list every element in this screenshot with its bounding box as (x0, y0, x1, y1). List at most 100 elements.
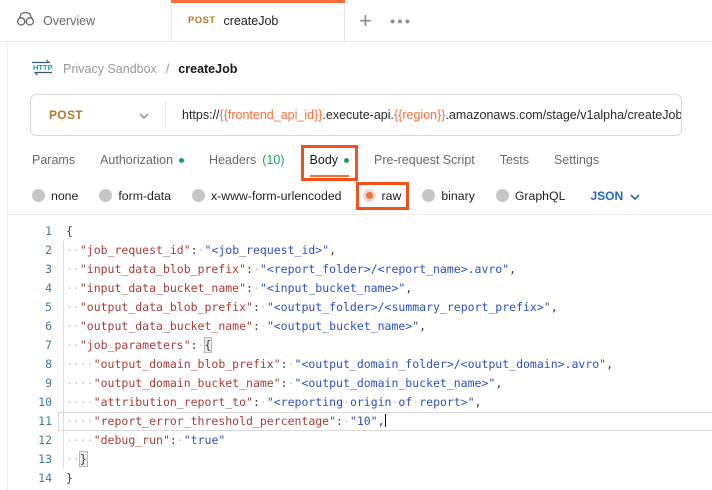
code-content[interactable]: ····"output_domain_bucket_name":·"<outpu… (52, 374, 502, 393)
breadcrumb-request-name[interactable]: createJob (178, 62, 237, 76)
editor-line[interactable]: 10····"attribution_report_to":·"<reporti… (8, 393, 712, 412)
url-input[interactable]: https://{{frontend_api_id}}.execute-api.… (166, 108, 681, 122)
url-variable: {{region}} (394, 108, 445, 122)
bodytype-label: raw (382, 189, 402, 203)
more-options-icon[interactable]: ●●● (390, 16, 412, 26)
line-number: 3 (8, 260, 52, 279)
body-type-bar: none form-data x-www-form-urlencoded raw bin… (32, 181, 682, 210)
editor-line[interactable]: 1{ (8, 222, 712, 241)
code-content[interactable]: ··"output_data_blob_prefix":·"<output_fo… (52, 298, 558, 317)
tab-settings[interactable]: Settings (554, 142, 599, 178)
code-content[interactable]: ··"input_data_blob_prefix":·"<report_fol… (52, 260, 516, 279)
editor-line[interactable]: 3··"input_data_blob_prefix":·"<report_fo… (8, 260, 712, 279)
bodytype-binary[interactable]: binary (422, 189, 475, 203)
method-selector[interactable]: POST (31, 108, 165, 122)
code-content[interactable]: } (52, 469, 73, 488)
line-number: 9 (8, 374, 52, 393)
editor-line[interactable]: 12····"debug_run":·"true" (8, 431, 712, 450)
request-bar: POST https://{{frontend_api_id}}.execute… (30, 94, 682, 136)
language-selector[interactable]: JSON (590, 189, 640, 203)
code-content[interactable]: ··"job_request_id":·"<job_request_id>", (52, 241, 336, 260)
tab-createjob[interactable]: POST createJob (172, 0, 345, 41)
url-variable: {{frontend_api_id}} (220, 108, 323, 122)
editor-line[interactable]: 14} (8, 469, 712, 488)
tab-pre-request-script[interactable]: Pre-request Script (374, 142, 475, 178)
tab-count-badge: (10) (262, 153, 284, 167)
editor-line[interactable]: 11····"report_error_threshold_percentage… (8, 412, 712, 431)
code-content[interactable]: ····"attribution_report_to":·"<reporting… (52, 393, 482, 412)
url-text: https:// (182, 108, 220, 122)
tab-body[interactable]: Body (310, 142, 350, 178)
code-content[interactable]: ····"report_error_threshold_percentage":… (52, 412, 386, 431)
bodytype-label: binary (441, 189, 475, 203)
editor-line[interactable]: 13··} (8, 450, 712, 469)
bodytype-label: none (51, 189, 78, 203)
line-number: 10 (8, 393, 52, 412)
line-number: 13 (8, 450, 52, 469)
line-number: 8 (8, 355, 52, 374)
editor-line[interactable]: 5··"output_data_blob_prefix":·"<output_f… (8, 298, 712, 317)
binoculars-icon (16, 11, 35, 30)
tab-tests[interactable]: Tests (500, 142, 529, 178)
tab-method-badge: POST (188, 15, 215, 26)
radio-icon[interactable] (496, 189, 509, 202)
new-tab-button[interactable]: + (359, 10, 372, 32)
body-editor[interactable]: 1{2··"job_request_id":·"<job_request_id>… (8, 215, 712, 488)
editor-line[interactable]: 6··"output_data_bucket_name":·"<output_b… (8, 317, 712, 336)
editor-line[interactable]: 7··"job_parameters":·{ (8, 336, 712, 355)
tab-authorization[interactable]: Authorization (100, 142, 184, 178)
code-content[interactable]: ··} (52, 450, 87, 469)
modified-dot-icon (179, 158, 184, 163)
tab-label: Params (32, 153, 75, 167)
radio-icon[interactable] (422, 189, 435, 202)
tab-label: Settings (554, 153, 599, 167)
tab-label: Headers (209, 153, 256, 167)
url-text: .execute-api. (322, 108, 394, 122)
tab-params[interactable]: Params (32, 142, 75, 178)
bodytype-raw[interactable]: raw (363, 189, 402, 203)
editor-line[interactable]: 8····"output_domain_blob_prefix":·"<outp… (8, 355, 712, 374)
line-number: 5 (8, 298, 52, 317)
line-number: 2 (8, 241, 52, 260)
tab-label: Pre-request Script (374, 153, 475, 167)
url-text: .amazonaws.com/stage/v1alpha/createJob (445, 108, 681, 122)
tab-overview[interactable]: Overview (0, 0, 172, 41)
tab-label: Body (310, 153, 339, 167)
active-tab-indicator (171, 0, 345, 3)
code-content[interactable]: ··"output_data_bucket_name":·"<output_bu… (52, 317, 426, 336)
text-cursor (385, 414, 387, 427)
code-content[interactable]: ··"job_parameters":·{ (52, 336, 211, 355)
editor-line[interactable]: 2··"job_request_id":·"<job_request_id>", (8, 241, 712, 260)
code-content[interactable]: ····"debug_run":·"true" (52, 431, 225, 450)
bodytype-form-data[interactable]: form-data (99, 189, 171, 203)
editor-line[interactable]: 4··"input_data_bucket_name":·"<input_buc… (8, 279, 712, 298)
radio-selected-icon[interactable] (363, 189, 376, 202)
breadcrumb-collection[interactable]: Privacy Sandbox (63, 62, 157, 76)
bodytype-none[interactable]: none (32, 189, 78, 203)
radio-icon[interactable] (192, 189, 205, 202)
language-label: JSON (590, 189, 623, 203)
chevron-down-icon (630, 189, 640, 203)
breadcrumb: HTTP Privacy Sandbox / createJob (0, 42, 712, 92)
code-content[interactable]: ··"input_data_bucket_name":·"<input_buck… (52, 279, 412, 298)
tab-overview-label: Overview (43, 14, 95, 28)
tab-label: Authorization (100, 153, 173, 167)
tab-headers[interactable]: Headers (10) (209, 142, 284, 178)
line-number: 7 (8, 336, 52, 355)
code-content[interactable]: { (52, 222, 73, 241)
breadcrumb-separator: / (166, 62, 169, 76)
bodytype-label: GraphQL (515, 189, 566, 203)
modified-dot-icon (344, 158, 349, 163)
radio-icon[interactable] (32, 189, 45, 202)
tab-label: Tests (500, 153, 529, 167)
code-content[interactable]: ····"output_domain_blob_prefix":·"<outpu… (52, 355, 613, 374)
bodytype-label: x-www-form-urlencoded (211, 189, 342, 203)
workspace-tab-bar: Overview POST createJob + ●●● (0, 0, 712, 42)
radio-icon[interactable] (99, 189, 112, 202)
bodytype-graphql[interactable]: GraphQL (496, 189, 566, 203)
line-number: 12 (8, 431, 52, 450)
editor-line[interactable]: 9····"output_domain_bucket_name":·"<outp… (8, 374, 712, 393)
tab-title: createJob (223, 14, 278, 28)
bodytype-x-www-form-urlencoded[interactable]: x-www-form-urlencoded (192, 189, 342, 203)
http-request-icon: HTTP (30, 59, 54, 79)
